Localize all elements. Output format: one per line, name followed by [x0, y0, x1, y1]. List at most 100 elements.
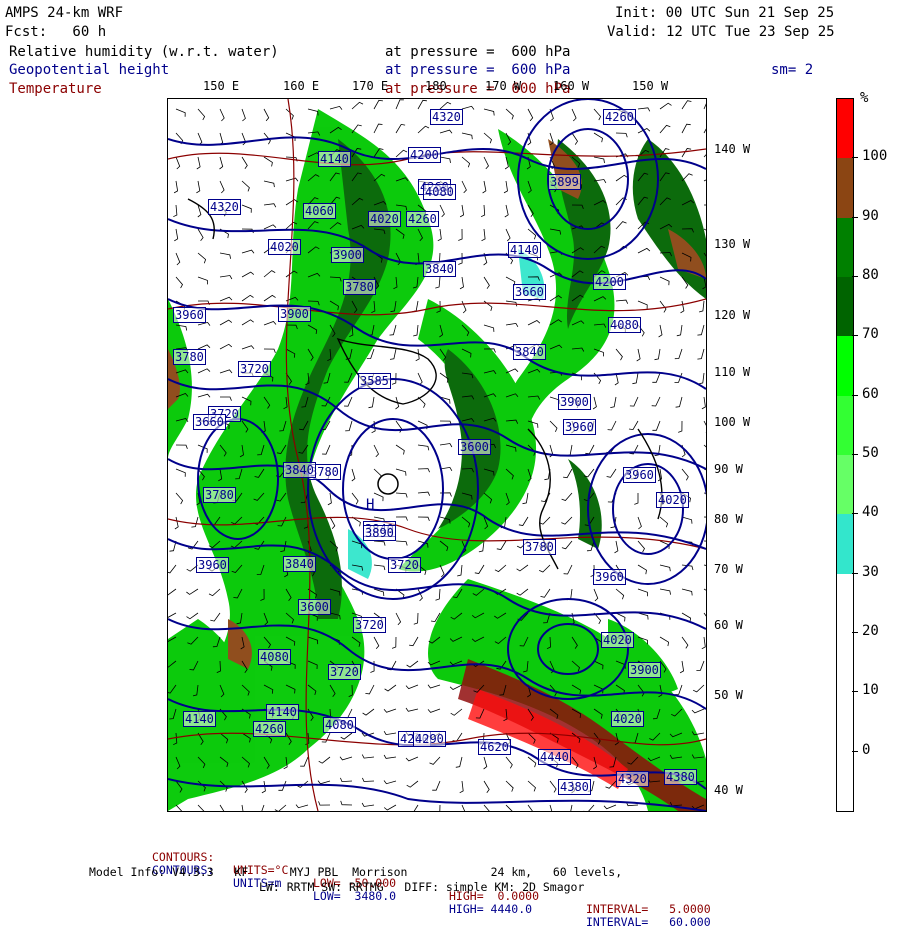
wind-barb [681, 100, 692, 110]
wind-barb [417, 491, 431, 496]
wind-barb [505, 756, 513, 769]
wind-barb [197, 252, 207, 264]
height-contour-label: 4140 [318, 151, 351, 167]
wind-barb [483, 300, 493, 312]
wind-barb [458, 228, 463, 241]
wind-barb [703, 128, 706, 134]
wind-barb [263, 203, 277, 208]
wind-barb [417, 516, 430, 522]
wind-barb [395, 99, 404, 110]
wind-barb [703, 204, 706, 206]
colorbar-unit: % [860, 90, 869, 106]
height-contour-label: 4140 [183, 711, 216, 727]
height-contour-label: 4290 [413, 731, 446, 747]
wind-barb [318, 801, 331, 806]
wind-barb [263, 108, 270, 122]
lon-label: 160 W [553, 79, 590, 93]
wind-barb [439, 204, 445, 218]
wind-barb [461, 180, 467, 194]
wind-barb [439, 443, 453, 448]
height-contour-label: 3780 [203, 487, 236, 503]
wind-barb [417, 99, 427, 110]
colorbar-label: 80 [862, 267, 879, 283]
height-contour-label: 4320 [208, 199, 241, 215]
colorbar-tick [852, 632, 858, 633]
height-contour-label: 4380 [664, 769, 697, 785]
height-contour-label: 3840 [283, 556, 316, 572]
height-contour-label: 4440 [538, 749, 571, 765]
colorbar-tick [852, 335, 858, 337]
wind-barb [659, 564, 671, 572]
height-contour-label: 3960 [563, 419, 596, 435]
wind-barb [614, 540, 619, 554]
wind-barb [413, 612, 419, 625]
wind-barb [191, 516, 199, 528]
wind-barb [652, 372, 661, 383]
wind-barb [329, 516, 336, 530]
wind-barb [637, 247, 651, 254]
wind-barb [681, 123, 691, 134]
wind-barb [505, 322, 519, 328]
wind-barb [628, 420, 639, 431]
lon-label: 170 E [352, 79, 389, 93]
height-contour-label: 3660 [513, 284, 546, 300]
wind-barb [516, 588, 529, 596]
wind-barb [561, 516, 573, 525]
wind-barb [241, 271, 255, 278]
wind-barb [461, 804, 466, 811]
height-contour-label: 4320 [616, 771, 649, 787]
wind-barb [540, 588, 551, 598]
field-temp-name: Temperature [9, 81, 102, 97]
height-contour-label: 4200 [593, 274, 626, 290]
height-contour-label: 4020 [601, 632, 634, 648]
wind-barb [461, 105, 475, 110]
wind-barb [505, 780, 514, 792]
wind-barb [459, 276, 464, 290]
wind-barb [637, 516, 642, 530]
height-contour-label: 4320 [430, 109, 463, 125]
wind-barb [241, 156, 248, 169]
wind-barb [174, 516, 179, 530]
wind-barb [415, 348, 420, 362]
wind-barb [427, 708, 441, 713]
colorbar-tick [852, 216, 858, 218]
height-contour-label: 3960 [173, 307, 206, 323]
lon-label: 180 [425, 79, 447, 93]
wind-barb [527, 804, 533, 811]
wind-barb [383, 804, 397, 811]
field-height-name: Geopotential height [9, 62, 170, 78]
wind-barb [593, 156, 605, 164]
wind-barb [570, 804, 573, 811]
wind-barb [406, 780, 419, 788]
wind-barb [413, 324, 419, 337]
wind-barb [481, 228, 486, 242]
wind-barb [593, 588, 599, 602]
wind-barb [197, 132, 203, 146]
colorbar-label: 70 [862, 326, 879, 343]
colorbar-tick [852, 454, 858, 455]
wind-barb [697, 348, 705, 360]
wind-barb [362, 708, 375, 716]
wind-barb [285, 177, 299, 182]
wind-barb [703, 468, 706, 471]
colorbar-tick [852, 276, 858, 277]
colorbar-label: 100 [862, 148, 888, 165]
wind-barb [295, 804, 309, 809]
wind-barb [197, 108, 206, 121]
height-contour-label: 4020 [368, 211, 401, 227]
lon-label: 170 W [485, 79, 522, 93]
wind-barb [518, 516, 529, 526]
wind-barb [703, 540, 706, 542]
height-contour-label: 3720 [328, 664, 361, 680]
wind-barb [439, 564, 445, 578]
wind-barb [405, 707, 419, 712]
height-contour-label: 4080 [423, 184, 456, 200]
wind-barb [210, 612, 221, 622]
wind-barb [504, 204, 509, 218]
wind-barb [659, 588, 671, 595]
height-contour-label: 3600 [298, 599, 331, 615]
wind-barb [241, 132, 247, 146]
colorbar-segment [837, 573, 853, 633]
wind-barb [563, 564, 573, 575]
wind-barb [561, 492, 573, 501]
